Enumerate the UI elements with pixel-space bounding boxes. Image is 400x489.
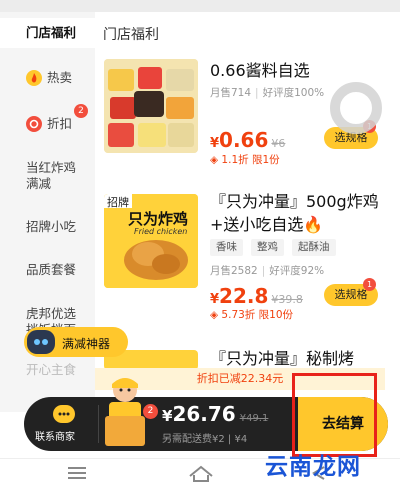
sidebar-badge: 2 [74, 104, 88, 118]
product-tag: 整鸡 [251, 239, 284, 256]
original-price: ¥39.8 [271, 293, 303, 306]
product-image-sauces [104, 59, 198, 153]
product-rating: 好评度92% [269, 265, 325, 277]
product-price: ¥0.66 ¥6 [210, 128, 286, 152]
discount-text: 5.73折 限10份 [221, 309, 293, 321]
sidebar-item-label: 热卖 [47, 70, 73, 85]
floating-assist-button[interactable] [330, 82, 382, 134]
section-title: 门店福利 [103, 27, 159, 43]
product-sales: 月售714 [210, 87, 252, 99]
product-price: ¥22.8 ¥39.8 [210, 284, 303, 308]
spec-count-badge: 1 [363, 278, 376, 291]
sidebar-item-label: 折扣 [47, 116, 73, 131]
sidebar-item-combos[interactable]: 品质套餐 [0, 262, 95, 278]
product-discount: ◈ 5.73折 限10份 [210, 307, 293, 322]
product-tag: 起酥油 [292, 239, 336, 256]
total-value: 26.76 [172, 402, 236, 426]
sidebar-item-label: 招牌小吃 [26, 219, 77, 234]
highlight-frame [292, 373, 377, 457]
image-headline: 只为炸鸡 [128, 210, 189, 228]
chat-bubble-icon [53, 405, 75, 423]
image-label: 招牌 [107, 196, 129, 209]
product-rating: 好评度100% [262, 87, 325, 99]
product-tag: 香味 [210, 239, 243, 256]
sidebar-item-store-welfare[interactable]: 门店福利 [0, 18, 95, 48]
original-total: 49.1 [246, 413, 269, 424]
robot-icon [27, 330, 55, 354]
contact-merchant-label: 联系商家 [35, 432, 75, 443]
sidebar-item-label: 开心主食 [26, 362, 77, 377]
delivery-fee-note: 另需配送费¥2 | ¥4 [162, 434, 248, 445]
sidebar-item-fried-chicken[interactable]: 当红炸鸡满减 [0, 160, 90, 192]
divider [98, 405, 99, 443]
product-title: 『只为冲量』500g炸鸡+送小吃自选🔥 [210, 192, 379, 234]
product-title: 『只为冲量』秘制烤 [210, 349, 355, 368]
sidebar-item-label: 当红炸鸡满减 [26, 160, 77, 191]
image-subline: Fried chicken [134, 227, 188, 236]
price-value: 0.66 [219, 128, 269, 152]
product-meta: 月售2582 | 好评度92% [210, 265, 325, 277]
watermark-logo: 云南龙网 [265, 454, 361, 480]
original-price: ¥6 [271, 137, 286, 150]
coupon-icon: ◈ [210, 154, 219, 166]
discount-helper-label: 满减神器 [62, 337, 111, 351]
product-title: 0.66酱料自选 [210, 61, 310, 80]
home-icon[interactable] [186, 462, 216, 484]
cart-count-badge: 2 [143, 404, 158, 419]
sidebar-item-label: 门店福利 [26, 25, 77, 40]
menu-icon[interactable] [62, 462, 92, 484]
product-image-fried-chicken: 招牌 只为炸鸡 Fried chicken [104, 194, 198, 288]
product-discount: ◈ 1.1折 限1份 [210, 152, 280, 167]
sidebar-item-staple[interactable]: 开心主食 [0, 362, 95, 378]
cart-total: ¥26.76 ¥49.1 [162, 402, 269, 426]
product-sales: 月售2582 [210, 265, 258, 277]
sidebar-item-label: 品质套餐 [26, 262, 77, 277]
sidebar-item-snacks[interactable]: 招牌小吃 [0, 219, 95, 235]
product-meta: 月售714 | 好评度100% [210, 87, 325, 99]
coupon-icon: ◈ [210, 309, 219, 321]
price-value: 22.8 [219, 284, 269, 308]
status-strip [0, 0, 400, 12]
discount-text: 1.1折 限1份 [221, 154, 280, 166]
